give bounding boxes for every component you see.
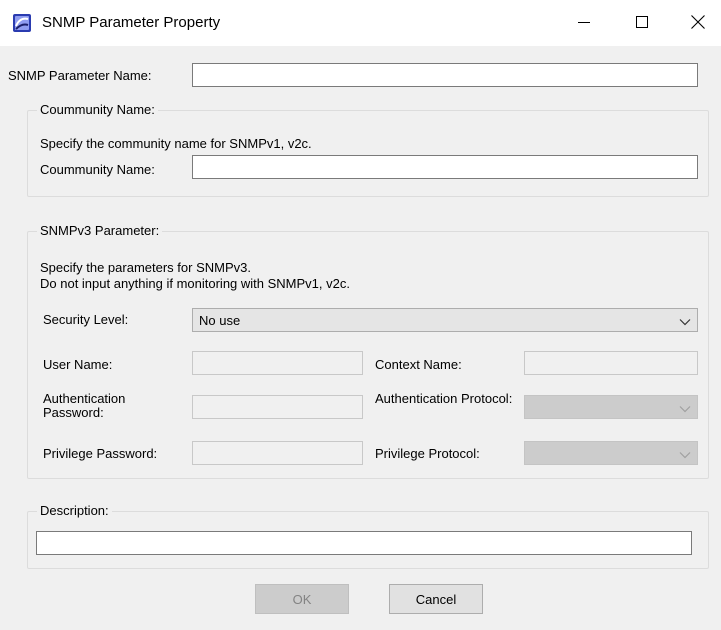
app-icon [12,13,32,33]
privilege-protocol-label: Privilege Protocol: [375,446,480,461]
minimize-icon [578,16,590,31]
authentication-protocol-label: Authentication Protocol: [375,391,513,406]
chevron-down-icon [679,402,691,413]
authentication-password-label: Authentication Password: [43,391,126,420]
community-name-group: Coummunity Name: [27,102,709,197]
dialog-body: SNMP Parameter Name: Coummunity Name: Sp… [0,46,721,630]
snmpv3-hint-line1: Specify the parameters for SNMPv3. [40,260,251,275]
close-icon [691,14,705,32]
community-name-input[interactable] [192,155,698,179]
authentication-protocol-select[interactable] [524,395,698,419]
community-name-label: Coummunity Name: [40,162,155,177]
snmp-parameter-name-input[interactable] [192,63,698,87]
user-name-input[interactable] [192,351,363,375]
security-level-value: No use [199,313,241,328]
chevron-down-icon [679,315,691,326]
maximize-button[interactable] [619,0,665,46]
snmpv3-group-title: SNMPv3 Parameter: [37,223,163,239]
user-name-label: User Name: [43,357,113,372]
snmp-parameter-name-label: SNMP Parameter Name: [8,68,152,83]
chevron-down-icon [679,448,691,459]
maximize-icon [636,15,648,31]
title-bar: SNMP Parameter Property [0,0,721,46]
community-hint: Specify the community name for SNMPv1, v… [40,136,312,151]
cancel-button[interactable]: Cancel [389,584,483,614]
privilege-password-label: Privilege Password: [43,446,158,461]
ok-button[interactable]: OK [255,584,349,614]
privilege-password-input[interactable] [192,441,363,465]
minimize-button[interactable] [561,0,607,46]
snmpv3-hint-line2: Do not input anything if monitoring with… [40,276,350,291]
authentication-password-input[interactable] [192,395,363,419]
description-group-title: Description: [37,503,112,519]
security-level-select[interactable]: No use [192,308,698,332]
window-title: SNMP Parameter Property [42,14,221,31]
security-level-label: Security Level: [43,312,129,327]
context-name-input[interactable] [524,351,698,375]
community-group-title: Coummunity Name: [37,102,158,118]
privilege-protocol-select[interactable] [524,441,698,465]
context-name-label: Context Name: [375,357,462,372]
description-input[interactable] [36,531,692,555]
close-button[interactable] [675,0,721,46]
